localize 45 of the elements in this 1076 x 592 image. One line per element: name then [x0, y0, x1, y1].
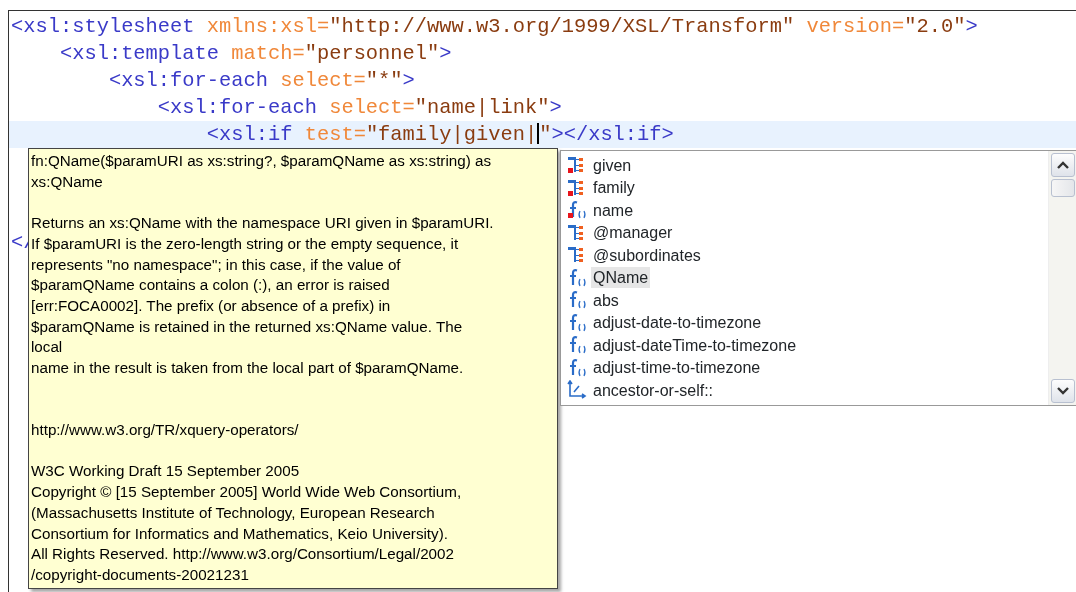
- tooltip-text: Returns an xs:QName with the namespace URI given in $paramURI. If $paramURI is the zero-length string or the empty sequence, it represents "no namespace"; in this case, if the value of $paramQName contains a colon (:), an error is raised [err:FOCA0002]. The prefix (or absence of a prefix) in $paramQName is retained in the returned xs:QName value. The local name in the result is taken from the local part of $paramQName.: [31, 213, 495, 378]
- scroll-up-button[interactable]: [1051, 153, 1075, 177]
- code-tag: >: [965, 15, 978, 38]
- completion-item[interactable]: adjust-time-to-timezone: [591, 357, 763, 379]
- code-value: "*": [365, 69, 403, 92]
- chevron-up-icon: [1057, 161, 1069, 169]
- completion-item[interactable]: ancestor-or-self::: [591, 379, 716, 401]
- completion-item[interactable]: @manager: [591, 222, 675, 244]
- completion-item[interactable]: family: [591, 177, 637, 199]
- text-cursor: [537, 123, 540, 144]
- code-value: "2.0": [904, 15, 966, 38]
- code-value: ": [539, 123, 552, 146]
- completion-item[interactable]: @subordinates: [591, 244, 703, 266]
- completion-item[interactable]: adjust-dateTime-to-timezone: [591, 334, 799, 356]
- code-attribute: test=: [304, 123, 366, 146]
- completion-item[interactable]: QName: [591, 267, 651, 289]
- tooltip-text: fn:QName($paramURI as xs:string?, $paramQName as xs:string) as xs:QName: [31, 151, 492, 192]
- tooltip-text: http://www.w3.org/TR/xquery-operators/: [31, 420, 300, 441]
- scrollbar-thumb[interactable]: [1051, 179, 1075, 197]
- code-attribute: xmlns:xsl=: [206, 15, 330, 38]
- completion-item[interactable]: given: [591, 154, 634, 176]
- code-tag: <xsl:template: [11, 42, 232, 65]
- code-tag: <xsl:if: [11, 123, 305, 146]
- completion-item[interactable]: adjust-date-to-timezone: [591, 312, 764, 334]
- code-tag: >: [549, 96, 562, 119]
- code-tag: <xsl:for-each: [11, 96, 330, 119]
- code-tag: <xsl:for-each: [11, 69, 281, 92]
- code-value: "http://www.w3.org/1999/XSL/Transform": [329, 15, 795, 38]
- code-tag: >: [402, 69, 415, 92]
- code-value: "family|given|: [365, 123, 538, 146]
- completion-item[interactable]: abs: [591, 289, 621, 311]
- code-attribute: version=: [805, 15, 905, 38]
- code-tag: >: [439, 42, 452, 65]
- code-tag: <xsl:stylesheet: [11, 15, 207, 38]
- scroll-down-button[interactable]: [1051, 379, 1075, 403]
- code-value: "personnel": [304, 42, 440, 65]
- code-tag: ></xsl:if>: [551, 123, 674, 146]
- code-attribute: select=: [329, 96, 415, 119]
- code-value: "name|link": [414, 96, 550, 119]
- chevron-down-icon: [1057, 387, 1069, 395]
- scrollbar[interactable]: [1048, 151, 1076, 405]
- completion-item[interactable]: name: [591, 199, 636, 221]
- code-attribute: select=: [280, 69, 366, 92]
- code-attribute: match=: [231, 42, 305, 65]
- tooltip-text: W3C Working Draft 15 September 2005 Copyright © [15 September 2005] World Wide Web Consortium, (Massachusetts Institute of Technology, European Research Consortium for Informatics and Mathematics, Keio University). All Rights Reserved. http://www.w3.org/Consortium/Legal/2002 /copyright-documents-20021231: [31, 461, 463, 585]
